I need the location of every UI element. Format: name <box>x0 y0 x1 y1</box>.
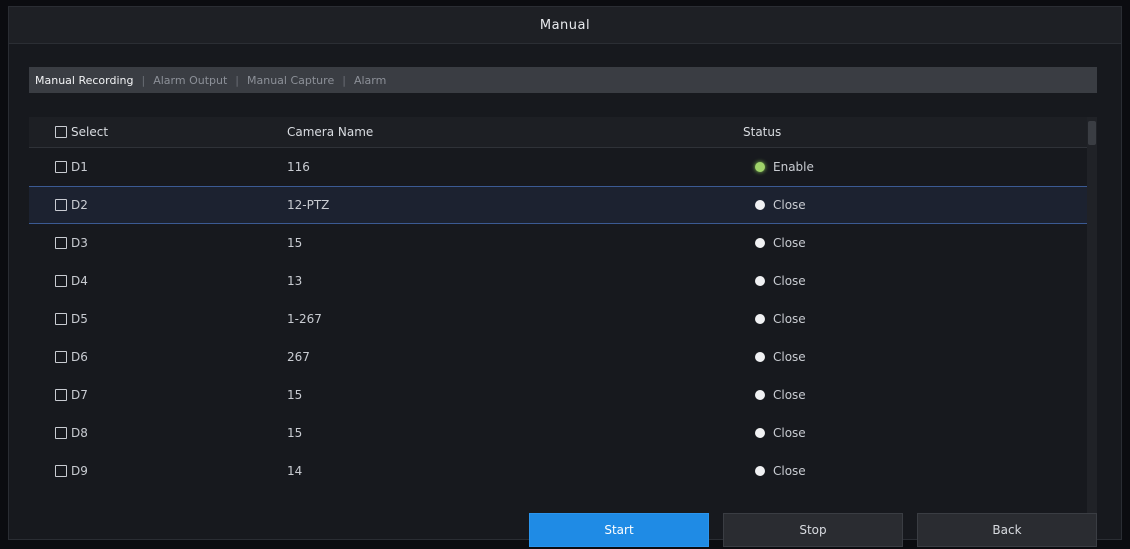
status-indicator-icon <box>755 314 765 324</box>
header-camera-name: Camera Name <box>287 125 374 139</box>
row-select-cell: D8 <box>29 426 281 440</box>
dialog-title-text: Manual <box>539 17 591 33</box>
row-checkbox[interactable] <box>55 427 67 439</box>
tab-separator: | <box>342 73 346 87</box>
row-select-cell: D7 <box>29 388 281 402</box>
tab-manual-recording[interactable]: Manual Recording <box>35 74 141 87</box>
row-checkbox[interactable] <box>55 313 67 325</box>
table-row[interactable]: D6 267 Close <box>29 338 1087 376</box>
row-select-cell: D4 <box>29 274 281 288</box>
row-checkbox[interactable] <box>55 275 67 287</box>
row-status-cell: Close <box>735 274 1087 288</box>
row-status-cell: Close <box>735 388 1087 402</box>
row-status-text: Close <box>773 350 806 364</box>
row-status-text: Close <box>773 426 806 440</box>
table-row[interactable]: D1 116 Enable <box>29 148 1087 186</box>
row-checkbox[interactable] <box>55 351 67 363</box>
row-camera-name: 1-267 <box>287 312 322 326</box>
status-indicator-icon <box>755 390 765 400</box>
status-indicator-icon <box>755 352 765 362</box>
header-status: Status <box>743 125 782 139</box>
row-status-text: Close <box>773 274 806 288</box>
camera-table: Select Camera Name Status D1 116 Enable … <box>29 117 1087 517</box>
stop-button[interactable]: Stop <box>723 513 903 547</box>
table-row-selected[interactable]: D2 12-PTZ Close <box>29 186 1087 224</box>
row-status-text: Enable <box>773 160 814 174</box>
row-checkbox[interactable] <box>55 465 67 477</box>
row-checkbox[interactable] <box>55 161 67 173</box>
row-channel-id: D1 <box>71 160 88 174</box>
row-status-text: Close <box>773 312 806 326</box>
status-indicator-icon <box>755 466 765 476</box>
manual-dialog: Manual Manual Recording | Alarm Output |… <box>8 6 1122 547</box>
status-indicator-icon <box>755 428 765 438</box>
tab-separator: | <box>235 73 239 87</box>
row-checkbox[interactable] <box>55 237 67 249</box>
row-channel-id: D4 <box>71 274 88 288</box>
row-select-cell: D1 <box>29 160 281 174</box>
table-header: Select Camera Name Status <box>29 117 1087 148</box>
row-status-cell: Close <box>735 464 1087 478</box>
header-select-cell: Select <box>29 125 281 139</box>
table-scrollbar[interactable] <box>1087 117 1097 517</box>
row-channel-id: D8 <box>71 426 88 440</box>
status-indicator-icon <box>755 276 765 286</box>
status-indicator-icon <box>755 200 765 210</box>
tab-alarm[interactable]: Alarm <box>354 74 394 87</box>
table-row[interactable]: D3 15 Close <box>29 224 1087 262</box>
table-row[interactable]: D9 14 Close <box>29 452 1087 490</box>
row-camera-name: 14 <box>287 464 303 478</box>
table-row[interactable]: D7 15 Close <box>29 376 1087 414</box>
status-indicator-icon <box>755 238 765 248</box>
row-status-cell: Close <box>735 198 1087 212</box>
row-status-cell: Close <box>735 236 1087 250</box>
row-camera-name: 15 <box>287 426 303 440</box>
tab-bar: Manual Recording | Alarm Output | Manual… <box>29 67 1097 93</box>
header-select-label: Select <box>71 125 109 139</box>
row-status-text: Close <box>773 464 806 478</box>
scrollbar-thumb[interactable] <box>1088 121 1096 145</box>
row-camera-name: 267 <box>287 350 310 364</box>
row-channel-id: D5 <box>71 312 88 326</box>
row-camera-name: 15 <box>287 236 303 250</box>
row-status-cell: Close <box>735 350 1087 364</box>
row-channel-id: D7 <box>71 388 88 402</box>
row-select-cell: D3 <box>29 236 281 250</box>
tab-manual-capture[interactable]: Manual Capture <box>247 74 342 87</box>
row-camera-name: 116 <box>287 160 310 174</box>
row-channel-id: D9 <box>71 464 88 478</box>
row-channel-id: D6 <box>71 350 88 364</box>
table-row[interactable]: D5 1-267 Close <box>29 300 1087 338</box>
action-buttons: Start Stop Back <box>529 513 1109 549</box>
table-row[interactable]: D8 15 Close <box>29 414 1087 452</box>
back-button[interactable]: Back <box>917 513 1097 547</box>
row-status-cell: Enable <box>735 160 1087 174</box>
table-row[interactable]: D4 13 Close <box>29 262 1087 300</box>
row-status-text: Close <box>773 198 806 212</box>
tab-separator: | <box>141 73 146 87</box>
select-all-checkbox[interactable] <box>55 126 67 138</box>
row-status-cell: Close <box>735 426 1087 440</box>
tab-alarm-output[interactable]: Alarm Output <box>153 74 235 87</box>
status-indicator-icon <box>755 162 765 172</box>
row-channel-id: D3 <box>71 236 88 250</box>
row-status-text: Close <box>773 388 806 402</box>
row-camera-name: 15 <box>287 388 303 402</box>
row-checkbox[interactable] <box>55 199 67 211</box>
row-camera-name: 13 <box>287 274 303 288</box>
row-channel-id: D2 <box>71 198 88 212</box>
row-select-cell: D2 <box>29 198 281 212</box>
row-status-text: Close <box>773 236 806 250</box>
row-camera-name: 12-PTZ <box>287 198 330 212</box>
row-status-cell: Close <box>735 312 1087 326</box>
row-checkbox[interactable] <box>55 389 67 401</box>
dialog-title: Manual <box>9 7 1121 44</box>
start-button[interactable]: Start <box>529 513 709 547</box>
row-select-cell: D6 <box>29 350 281 364</box>
row-select-cell: D9 <box>29 464 281 478</box>
row-select-cell: D5 <box>29 312 281 326</box>
